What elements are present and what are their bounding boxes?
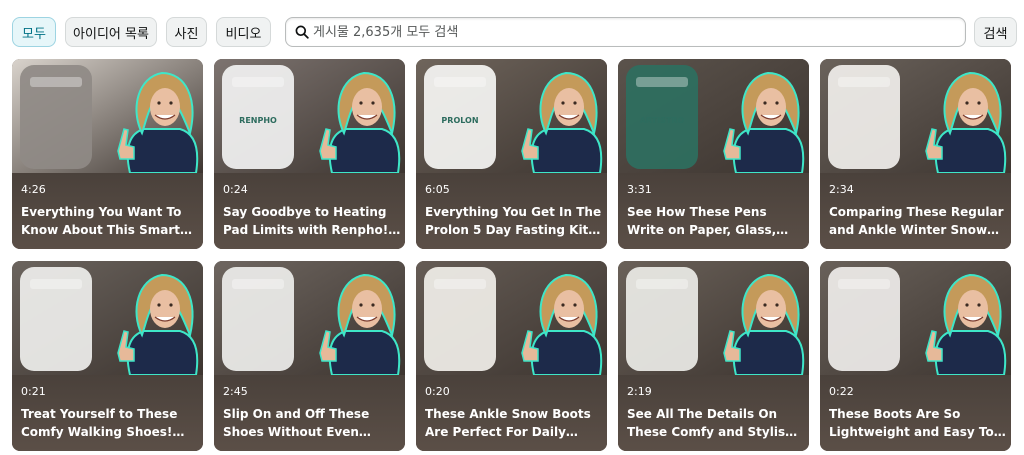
- video-duration: 0:20: [425, 385, 450, 398]
- video-card[interactable]: 2:19 See All The Details On These Comfy a…: [618, 261, 809, 451]
- video-duration: 3:31: [627, 183, 652, 196]
- video-info: 2:45 Slip On and Off These Shoes Without …: [214, 375, 405, 451]
- video-info: 4:26 Everything You Want To Know About Th…: [12, 173, 203, 249]
- video-duration: 2:34: [829, 183, 854, 196]
- filter-videos-button[interactable]: 비디오: [216, 17, 271, 47]
- video-card[interactable]: 0:21 Treat Yourself to These Comfy Walkin…: [12, 261, 203, 451]
- video-thumbnail[interactable]: [12, 261, 203, 375]
- thumbnail-image: [12, 261, 203, 375]
- thumbnail-image: PROLON: [416, 59, 607, 173]
- video-title[interactable]: Everything You Get In The Prolon 5 Day F…: [425, 203, 603, 239]
- video-duration: 2:19: [627, 385, 652, 398]
- thumbnail-image: [214, 261, 405, 375]
- video-thumbnail[interactable]: [618, 261, 809, 375]
- video-duration: 2:45: [223, 385, 248, 398]
- filter-photos-button[interactable]: 사진: [166, 17, 207, 47]
- thumbnail-image: [618, 261, 809, 375]
- search-button[interactable]: 검색: [974, 17, 1017, 47]
- video-card[interactable]: ARTISTRO 3:31 See How These Pens Write on …: [618, 59, 809, 249]
- video-card[interactable]: PROLON 6:05 Everything You Get In The Prol…: [416, 59, 607, 249]
- thumbnail-image: [820, 261, 1011, 375]
- video-thumbnail[interactable]: [214, 261, 405, 375]
- video-info: 2:34 Comparing These Regular and Ankle Wi…: [820, 173, 1011, 249]
- filter-idea-lists-button[interactable]: 아이디어 목록: [65, 17, 157, 47]
- video-title[interactable]: These Ankle Snow Boots Are Perfect For D…: [425, 405, 603, 441]
- video-duration: 0:24: [223, 183, 248, 196]
- video-card[interactable]: 4:26 Everything You Want To Know About Th…: [12, 59, 203, 249]
- video-card[interactable]: RENPHO 0:24 Say Goodbye to Heating Pad Lim…: [214, 59, 405, 249]
- thumbnail-image: RENPHO: [214, 59, 405, 173]
- video-title[interactable]: Treat Yourself to These Comfy Walking Sh…: [21, 405, 199, 441]
- video-thumbnail[interactable]: [820, 59, 1011, 173]
- video-duration: 4:26: [21, 183, 46, 196]
- video-thumbnail[interactable]: ARTISTRO: [618, 59, 809, 173]
- svg-text:PROLON: PROLON: [441, 116, 478, 125]
- video-info: 0:21 Treat Yourself to These Comfy Walkin…: [12, 375, 203, 451]
- filter-toolbar: 모두 아이디어 목록 사진 비디오 검색: [12, 17, 1017, 47]
- video-duration: 0:22: [829, 385, 854, 398]
- video-duration: 0:21: [21, 385, 46, 398]
- video-info: 0:24 Say Goodbye to Heating Pad Limits wi…: [214, 173, 405, 249]
- video-thumbnail[interactable]: [12, 59, 203, 173]
- video-title[interactable]: These Boots Are So Lightweight and Easy …: [829, 405, 1007, 441]
- video-info: 0:22 These Boots Are So Lightweight and E…: [820, 375, 1011, 451]
- video-card[interactable]: 0:22 These Boots Are So Lightweight and E…: [820, 261, 1011, 451]
- video-thumbnail[interactable]: PROLON: [416, 59, 607, 173]
- video-title[interactable]: See All The Details On These Comfy and S…: [627, 405, 805, 441]
- video-info: 6:05 Everything You Get In The Prolon 5 D…: [416, 173, 607, 249]
- video-info: 0:20 These Ankle Snow Boots Are Perfect F…: [416, 375, 607, 451]
- video-card[interactable]: 2:45 Slip On and Off These Shoes Without …: [214, 261, 405, 451]
- video-info: 2:19 See All The Details On These Comfy a…: [618, 375, 809, 451]
- video-title[interactable]: Slip On and Off These Shoes Without Even…: [223, 405, 401, 441]
- thumbnail-image: ARTISTRO: [618, 59, 809, 173]
- video-thumbnail[interactable]: [416, 261, 607, 375]
- thumbnail-image: [820, 59, 1011, 173]
- search-icon: [295, 25, 309, 39]
- video-card[interactable]: 0:20 These Ankle Snow Boots Are Perfect F…: [416, 261, 607, 451]
- video-card[interactable]: 2:34 Comparing These Regular and Ankle Wi…: [820, 59, 1011, 249]
- video-title[interactable]: Everything You Want To Know About This S…: [21, 203, 199, 239]
- video-thumbnail[interactable]: RENPHO: [214, 59, 405, 173]
- video-info: 3:31 See How These Pens Write on Paper, G…: [618, 173, 809, 249]
- thumbnail-image: [12, 59, 203, 173]
- video-title[interactable]: See How These Pens Write on Paper, Glass…: [627, 203, 805, 239]
- svg-text:ARTISTRO: ARTISTRO: [640, 116, 685, 125]
- thumbnail-image: [416, 261, 607, 375]
- video-thumbnail[interactable]: [820, 261, 1011, 375]
- video-duration: 6:05: [425, 183, 450, 196]
- search-box: [285, 17, 966, 47]
- svg-text:RENPHO: RENPHO: [239, 116, 277, 125]
- video-title[interactable]: Say Goodbye to Heating Pad Limits with R…: [223, 203, 401, 239]
- search-input[interactable]: [313, 24, 965, 40]
- video-title[interactable]: Comparing These Regular and Ankle Winter…: [829, 203, 1007, 239]
- filter-all-button[interactable]: 모두: [12, 17, 56, 47]
